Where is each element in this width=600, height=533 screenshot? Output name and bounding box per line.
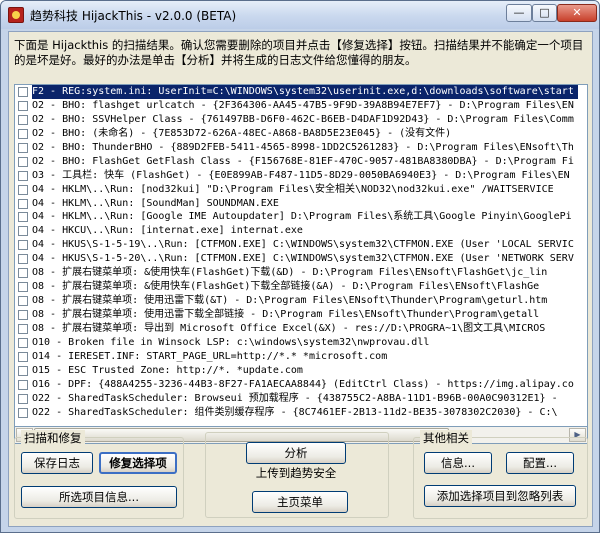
result-row[interactable]: F2 - REG:system.ini: UserInit=C:\WINDOWS… [15,85,587,99]
result-row[interactable]: O2 - BHO: SSVHelper Class - {761497BB-D6… [15,113,587,127]
main-menu-button[interactable]: 主页菜单 [252,491,348,513]
result-row[interactable]: O2 - BHO: FlashGet GetFlash Class - {F15… [15,155,587,169]
client-area: 下面是 Hijackthis 的扫描结果。确认您需要删除的项目并点击【修复选择】… [8,31,593,527]
result-row[interactable]: O4 - HKLM\..\Run: [SoundMan] SOUNDMAN.EX… [15,197,587,211]
result-text: O22 - SharedTaskScheduler: 组件类别缓存程序 - {8… [32,406,558,418]
result-checkbox[interactable] [18,87,28,97]
analyze-button[interactable]: 分析 [246,442,346,464]
result-checkbox[interactable] [18,365,28,376]
result-text: O3 - 工具栏: 快车 (FlashGet) - {E0E899AB-F487… [32,169,570,181]
result-row[interactable]: O2 - BHO: ThunderBHO - {889D2FEB-5411-45… [15,141,587,155]
result-checkbox[interactable] [18,337,28,348]
minimize-button[interactable]: — [506,4,532,22]
result-text: F2 - REG:system.ini: UserInit=C:\WINDOWS… [32,85,578,99]
result-text: O2 - BHO: (未命名) - {7E853D72-626A-48EC-A8… [32,127,452,139]
scan-fix-legend: 扫描和修复 [21,430,85,446]
result-text: O4 - HKLM\..\Run: [Google IME Autoupdate… [32,211,572,223]
selected-item-info-button[interactable]: 所选项目信息... [21,486,177,508]
result-text: O8 - 扩展右键菜单项: 使用迅雷下载(&T) - D:\Program Fi… [32,295,548,307]
result-checkbox[interactable] [18,114,28,125]
config-button[interactable]: 配置... [506,452,574,474]
result-checkbox[interactable] [18,268,28,279]
result-checkbox[interactable] [18,212,28,223]
result-text: O8 - 扩展右键菜单项: &使用快车(FlashGet)下载全部链接(&A) … [32,281,540,293]
other-legend: 其他相关 [420,430,472,446]
result-text: O16 - DPF: {488A4255-3236-44B3-8F27-FA1A… [32,378,574,390]
hijackthis-window: 趋势科技 HijackThis - v2.0.0 (BETA) — □ ✕ 下面… [0,0,600,533]
result-checkbox[interactable] [18,282,28,293]
result-row[interactable]: O4 - HKLM\..\Run: [Google IME Autoupdate… [15,210,587,224]
upload-label: 上传到趋势安全 [255,466,337,480]
result-row[interactable]: O15 - ESC Trusted Zone: http://*. *updat… [15,364,587,378]
scan-results-list[interactable]: F2 - REG:system.ini: UserInit=C:\WINDOWS… [14,84,588,427]
result-checkbox[interactable] [18,407,28,418]
result-text: O22 - SharedTaskScheduler: Browseui 预加载程… [32,392,558,404]
result-row[interactable]: O8 - 扩展右键菜单项: &使用快车(FlashGet)下载(&D) - D:… [15,266,587,280]
result-checkbox[interactable] [18,296,28,307]
maximize-button[interactable]: □ [532,4,557,22]
analyze-group: 分析 上传到趋势安全 主页菜单 [205,432,389,518]
result-row[interactable]: O4 - HKLM\..\Run: [nod32kui] "D:\Program… [15,183,587,197]
result-row[interactable]: O22 - SharedTaskScheduler: Browseui 预加载程… [15,392,587,406]
result-text: O8 - 扩展右键菜单项: 导出到 Microsoft Office Excel… [32,322,546,334]
result-text: O4 - HKUS\S-1-5-20\..\Run: [CTFMON.EXE] … [32,253,574,265]
app-icon [8,7,24,23]
result-text: O10 - Broken file in Winsock LSP: c:\win… [32,336,430,348]
result-checkbox[interactable] [18,198,28,209]
fix-selected-button[interactable]: 修复选择项 [99,452,177,474]
result-text: O4 - HKUS\S-1-5-19\..\Run: [CTFMON.EXE] … [32,239,574,251]
result-row[interactable]: O8 - 扩展右键菜单项: 导出到 Microsoft Office Excel… [15,322,587,336]
result-row[interactable]: O8 - 扩展右键菜单项: &使用快车(FlashGet)下载全部链接(&A) … [15,280,587,294]
result-row[interactable]: O4 - HKCU\..\Run: [internat.exe] interna… [15,224,587,238]
close-button[interactable]: ✕ [557,4,597,22]
result-checkbox[interactable] [18,226,28,237]
result-text: O8 - 扩展右键菜单项: &使用快车(FlashGet)下载(&D) - D:… [32,267,548,279]
result-checkbox[interactable] [18,170,28,181]
result-text: O2 - BHO: FlashGet GetFlash Class - {F15… [32,155,574,167]
result-row[interactable]: O22 - SharedTaskScheduler: 组件类别缓存程序 - {8… [15,406,587,420]
add-to-ignore-button[interactable]: 添加选择项目到忽略列表 [424,485,576,507]
result-text: O8 - 扩展右键菜单项: 使用迅雷下载全部链接 - D:\Program Fi… [32,309,540,320]
result-row[interactable]: O4 - HKUS\S-1-5-19\..\Run: [CTFMON.EXE] … [15,238,587,252]
result-text: O4 - HKLM\..\Run: [nod32kui] "D:\Program… [32,183,554,195]
result-checkbox[interactable] [18,323,28,334]
result-text: O2 - BHO: flashget urlcatch - {2F364306-… [32,99,574,111]
result-checkbox[interactable] [18,156,28,167]
result-text: O4 - HKCU\..\Run: [internat.exe] interna… [32,225,303,237]
result-checkbox[interactable] [18,393,28,404]
save-log-button[interactable]: 保存日志 [21,452,93,474]
result-checkbox[interactable] [18,184,28,195]
result-row[interactable]: O4 - HKUS\S-1-5-20\..\Run: [CTFMON.EXE] … [15,252,587,266]
result-checkbox[interactable] [18,142,28,153]
result-text: O15 - ESC Trusted Zone: http://*. *updat… [32,364,303,376]
result-text: O4 - HKLM\..\Run: [SoundMan] SOUNDMAN.EX… [32,197,279,209]
result-checkbox[interactable] [18,240,28,251]
scan-fix-group: 扫描和修复 保存日志 修复选择项 所选项目信息... [14,430,184,519]
result-row[interactable]: O10 - Broken file in Winsock LSP: c:\win… [15,336,587,350]
title-bar[interactable]: 趋势科技 HijackThis - v2.0.0 (BETA) — □ ✕ [1,1,599,29]
result-row[interactable]: O2 - BHO: flashget urlcatch - {2F364306-… [15,99,587,113]
info-button[interactable]: 信息... [424,452,492,474]
result-checkbox[interactable] [18,310,28,320]
result-checkbox[interactable] [18,351,28,362]
result-row[interactable]: O3 - 工具栏: 快车 (FlashGet) - {E0E899AB-F487… [15,169,587,183]
result-text: O2 - BHO: ThunderBHO - {889D2FEB-5411-45… [32,141,574,153]
window-title: 趋势科技 HijackThis - v2.0.0 (BETA) [30,9,237,23]
result-row[interactable]: O8 - 扩展右键菜单项: 使用迅雷下载全部链接 - D:\Program Fi… [15,308,587,322]
result-text: O2 - BHO: SSVHelper Class - {761497BB-D6… [32,113,574,125]
result-row[interactable]: O2 - BHO: (未命名) - {7E853D72-626A-48EC-A8… [15,127,587,141]
result-checkbox[interactable] [18,254,28,265]
result-row[interactable]: O8 - 扩展右键菜单项: 使用迅雷下载(&T) - D:\Program Fi… [15,294,587,308]
result-row[interactable]: O14 - IERESET.INF: START_PAGE_URL=http:/… [15,350,587,364]
result-text: O14 - IERESET.INF: START_PAGE_URL=http:/… [32,350,388,362]
intro-text: 下面是 Hijackthis 的扫描结果。确认您需要删除的项目并点击【修复选择】… [14,38,584,67]
result-row[interactable]: O16 - DPF: {488A4255-3236-44B3-8F27-FA1A… [15,378,587,392]
result-checkbox[interactable] [18,128,28,139]
other-group: 其他相关 信息... 配置... 添加选择项目到忽略列表 [413,430,588,519]
result-checkbox[interactable] [18,100,28,111]
result-checkbox[interactable] [18,379,28,390]
